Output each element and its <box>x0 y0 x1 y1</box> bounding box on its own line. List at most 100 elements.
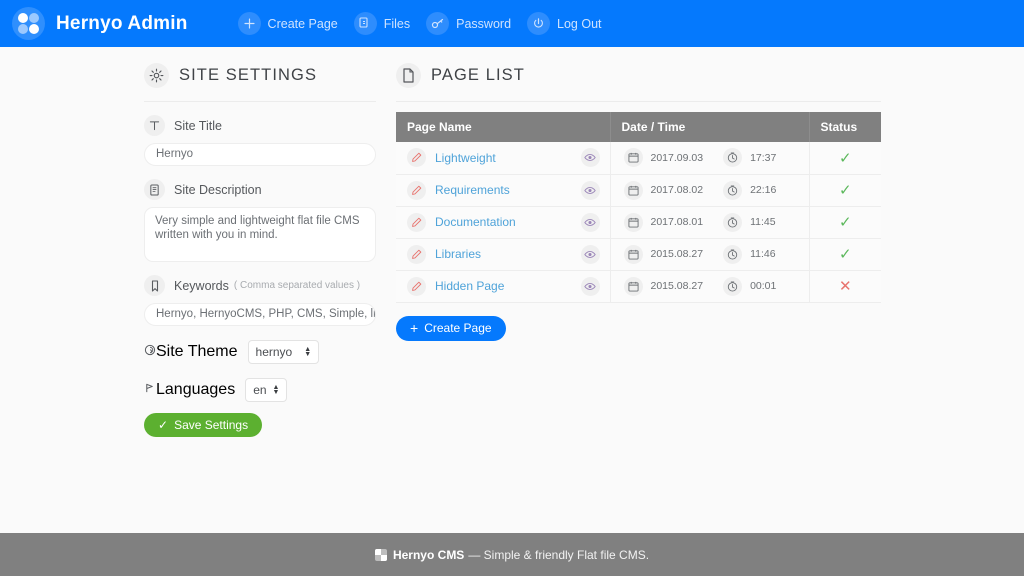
site-settings-title: SITE SETTINGS <box>179 66 317 85</box>
eye-icon[interactable] <box>581 277 600 296</box>
cell-page-name: Documentation <box>396 206 610 238</box>
calendar-icon <box>624 181 643 200</box>
eye-icon[interactable] <box>581 245 600 264</box>
page-name-link[interactable]: Requirements <box>435 183 581 197</box>
nav-item-password[interactable]: Password <box>426 12 511 35</box>
page-list-title: PAGE LIST <box>431 66 525 85</box>
cell-page-name: Requirements <box>396 174 610 206</box>
nav-item-log-out[interactable]: Log Out <box>527 12 601 35</box>
eye-icon[interactable] <box>581 181 600 200</box>
page-time: 00:01 <box>750 280 776 292</box>
eye-icon[interactable] <box>581 213 600 232</box>
clock-icon <box>723 148 742 167</box>
document-icon <box>144 179 165 200</box>
hernyo-logo-icon <box>12 7 45 40</box>
text-t-icon <box>144 115 165 136</box>
cell-page-name: Lightweight <box>396 142 610 174</box>
languages-value: en <box>253 383 266 397</box>
page-time: 22:16 <box>750 184 776 196</box>
page-list-divider <box>396 101 881 102</box>
languages-select[interactable]: en ▲▼ <box>245 378 287 402</box>
cell-date-time: 2015.08.27 11:46 <box>610 238 809 270</box>
status-badge[interactable]: ✓ <box>809 174 881 206</box>
site-title-label: Site Title <box>174 119 222 133</box>
languages-row: Languages en ▲▼ <box>144 378 376 402</box>
cell-date-time: 2017.09.0317:37 <box>610 142 809 174</box>
page-time: 11:46 <box>750 248 776 260</box>
cell-date-time: 2017.08.0222:16 <box>610 174 809 206</box>
calendar-icon <box>624 245 643 264</box>
cell-page-name: Hidden Page <box>396 270 610 302</box>
save-settings-button[interactable]: ✓ Save Settings <box>144 413 262 437</box>
plus-icon <box>238 12 261 35</box>
clock-icon <box>723 213 742 232</box>
site-settings-panel: SITE SETTINGS Site Title Hernyo Site Des… <box>144 63 376 437</box>
column-header-page-name[interactable]: Page Name <box>396 112 610 142</box>
pencil-icon[interactable] <box>407 213 426 232</box>
keywords-hint: ( Comma separated values ) <box>234 280 360 291</box>
settings-divider <box>144 101 376 102</box>
status-badge[interactable]: ✓ <box>809 206 881 238</box>
status-badge[interactable]: ✓ <box>809 238 881 270</box>
nav-item-create-page[interactable]: Create Page <box>238 12 338 35</box>
top-nav-items: Create Page Files Password <box>238 12 618 35</box>
site-description-label-row: Site Description <box>144 179 376 200</box>
site-theme-row: Site Theme hernyo ▲▼ <box>144 340 376 364</box>
table-row: Libraries 2015.08.27 11:46 ✓ <box>396 238 881 270</box>
pencil-icon[interactable] <box>407 181 426 200</box>
brand[interactable]: Hernyo Admin <box>12 7 188 40</box>
chevron-updown-icon: ▲▼ <box>304 347 311 357</box>
page-list-heading: PAGE LIST <box>396 63 881 88</box>
clock-icon <box>723 181 742 200</box>
calendar-icon <box>624 277 643 296</box>
check-icon: ✓ <box>158 418 168 432</box>
site-title-label-row: Site Title <box>144 115 376 136</box>
keywords-input[interactable]: Hernyo, HernyoCMS, PHP, CMS, Simple, lig… <box>144 303 376 326</box>
chevron-updown-icon: ▲▼ <box>273 385 280 395</box>
site-description-label: Site Description <box>174 183 262 197</box>
site-theme-value: hernyo <box>256 345 293 359</box>
page-date: 2017.08.01 <box>651 216 704 228</box>
nav-item-files[interactable]: Files <box>354 12 410 35</box>
status-badge[interactable]: ✕ <box>809 270 881 302</box>
page-list-panel: PAGE LIST Page Name Date / Time Status L… <box>396 63 881 341</box>
page-name-link[interactable]: Lightweight <box>435 151 581 165</box>
site-theme-select[interactable]: hernyo ▲▼ <box>248 340 320 364</box>
page-date: 2015.08.27 <box>651 248 704 260</box>
table-header-row: Page Name Date / Time Status <box>396 112 881 142</box>
main-content: SITE SETTINGS Site Title Hernyo Site Des… <box>0 47 1024 533</box>
tag-icon <box>144 275 165 296</box>
clock-icon <box>723 277 742 296</box>
site-description-textarea[interactable]: Very simple and lightweight flat file CM… <box>144 207 376 262</box>
nav-label-log-out: Log Out <box>557 17 601 31</box>
page-time: 17:37 <box>750 152 776 164</box>
pencil-icon[interactable] <box>407 277 426 296</box>
save-settings-label: Save Settings <box>174 418 248 432</box>
theme-icon <box>144 343 156 361</box>
pencil-icon[interactable] <box>407 148 426 167</box>
page-name-link[interactable]: Documentation <box>435 215 581 229</box>
hernyo-mark-icon <box>375 549 387 561</box>
power-icon <box>527 12 550 35</box>
table-row: Requirements 2017.08.0222:16✓ <box>396 174 881 206</box>
flag-icon <box>144 381 156 399</box>
footer: Hernyo CMS — Simple & friendly Flat file… <box>0 533 1024 576</box>
cell-date-time: 2015.08.2700:01 <box>610 270 809 302</box>
column-header-status[interactable]: Status <box>809 112 881 142</box>
page-name-link[interactable]: Hidden Page <box>435 279 581 293</box>
eye-icon[interactable] <box>581 148 600 167</box>
create-page-button[interactable]: + Create Page <box>396 316 506 341</box>
cell-date-time: 2017.08.01 11:45 <box>610 206 809 238</box>
column-header-date-time[interactable]: Date / Time <box>610 112 809 142</box>
nav-label-files: Files <box>384 17 410 31</box>
site-settings-heading: SITE SETTINGS <box>144 63 376 88</box>
footer-brand: Hernyo CMS <box>393 548 464 562</box>
page-name-link[interactable]: Libraries <box>435 247 581 261</box>
site-title-input[interactable]: Hernyo <box>144 143 376 166</box>
gear-icon <box>144 63 169 88</box>
status-badge[interactable]: ✓ <box>809 142 881 174</box>
nav-label-create-page: Create Page <box>268 17 338 31</box>
table-row: Lightweight 2017.09.0317:37✓ <box>396 142 881 174</box>
pencil-icon[interactable] <box>407 245 426 264</box>
page-time: 11:45 <box>750 216 776 228</box>
